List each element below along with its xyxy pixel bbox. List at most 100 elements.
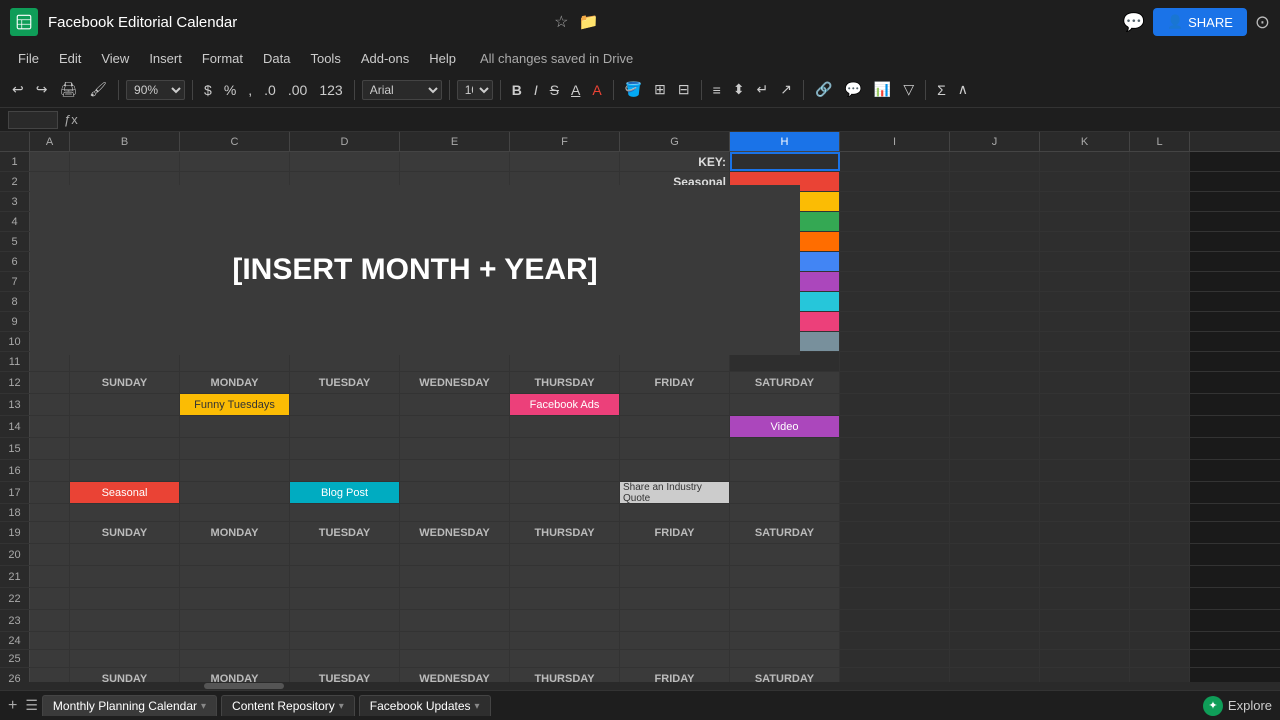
cell-b20[interactable]: [70, 544, 180, 565]
cell-l14[interactable]: [1130, 416, 1190, 437]
cell-k11[interactable]: [1040, 352, 1130, 371]
cell-j18[interactable]: [950, 504, 1040, 521]
cell-c22[interactable]: [180, 588, 290, 609]
cell-l2[interactable]: [1130, 172, 1190, 191]
cell-l20[interactable]: [1130, 544, 1190, 565]
cell-k14[interactable]: [1040, 416, 1130, 437]
cell-d21[interactable]: [290, 566, 400, 587]
cell-a23[interactable]: [30, 610, 70, 631]
cell-i15[interactable]: [840, 438, 950, 459]
col-header-l[interactable]: L: [1130, 132, 1190, 151]
cell-j2[interactable]: [950, 172, 1040, 191]
cell-f22[interactable]: [510, 588, 620, 609]
account-icon[interactable]: ⊙: [1255, 12, 1270, 33]
cell-k16[interactable]: [1040, 460, 1130, 481]
cell-i18[interactable]: [840, 504, 950, 521]
cell-g19[interactable]: FRIDAY: [620, 522, 730, 543]
cell-e24[interactable]: [400, 632, 510, 649]
cell-f25[interactable]: [510, 650, 620, 667]
cell-g15[interactable]: [620, 438, 730, 459]
cell-f15[interactable]: [510, 438, 620, 459]
cell-h19[interactable]: SATURDAY: [730, 522, 840, 543]
col-header-a[interactable]: A: [30, 132, 70, 151]
cell-d20[interactable]: [290, 544, 400, 565]
cell-g22[interactable]: [620, 588, 730, 609]
cell-a20[interactable]: [30, 544, 70, 565]
event-video-1[interactable]: Video: [730, 416, 840, 437]
cell-i11[interactable]: [840, 352, 950, 371]
font-select[interactable]: ArialTimes New Roman: [362, 80, 442, 100]
col-header-f[interactable]: F: [510, 132, 620, 151]
print-button[interactable]: 🖨: [55, 79, 81, 100]
cell-g20[interactable]: [620, 544, 730, 565]
cell-c19[interactable]: MONDAY: [180, 522, 290, 543]
cell-i10[interactable]: [840, 332, 950, 351]
valign-button[interactable]: ⬍: [729, 79, 749, 100]
cell-e12[interactable]: WEDNESDAY: [400, 372, 510, 393]
cell-h22[interactable]: [730, 588, 840, 609]
cell-k13[interactable]: [1040, 394, 1130, 415]
cell-b1[interactable]: [70, 152, 180, 171]
cell-e14[interactable]: [400, 416, 510, 437]
cell-d12[interactable]: TUESDAY: [290, 372, 400, 393]
cell-k12[interactable]: [1040, 372, 1130, 393]
cell-i13[interactable]: [840, 394, 950, 415]
cell-k21[interactable]: [1040, 566, 1130, 587]
cell-f21[interactable]: [510, 566, 620, 587]
cell-j23[interactable]: [950, 610, 1040, 631]
rotate-button[interactable]: ↗: [776, 79, 796, 100]
cell-e18[interactable]: [400, 504, 510, 521]
cell-a18[interactable]: [30, 504, 70, 521]
cell-b19[interactable]: SUNDAY: [70, 522, 180, 543]
cell-j6[interactable]: [950, 252, 1040, 271]
cell-e22[interactable]: [400, 588, 510, 609]
col-header-d[interactable]: D: [290, 132, 400, 151]
sheet-tab-monthly[interactable]: Monthly Planning Calendar ▾: [42, 695, 217, 716]
cell-l17[interactable]: [1130, 482, 1190, 503]
cell-k7[interactable]: [1040, 272, 1130, 291]
cell-k19[interactable]: [1040, 522, 1130, 543]
cell-j24[interactable]: [950, 632, 1040, 649]
cell-k18[interactable]: [1040, 504, 1130, 521]
cell-c1[interactable]: [180, 152, 290, 171]
cell-a21[interactable]: [30, 566, 70, 587]
cell-e17[interactable]: [400, 482, 510, 503]
cell-h15[interactable]: [730, 438, 840, 459]
cell-h13[interactable]: [730, 394, 840, 415]
cell-f1[interactable]: [510, 152, 620, 171]
menu-data[interactable]: Data: [255, 49, 298, 68]
cell-b24[interactable]: [70, 632, 180, 649]
cell-h23[interactable]: [730, 610, 840, 631]
cell-f23[interactable]: [510, 610, 620, 631]
functions-button[interactable]: Σ: [933, 80, 950, 100]
cell-c23[interactable]: [180, 610, 290, 631]
cell-d13[interactable]: [290, 394, 400, 415]
paint-format-button[interactable]: 🖌: [85, 79, 111, 100]
comment-button[interactable]: 💬: [840, 79, 865, 100]
menu-file[interactable]: File: [10, 49, 47, 68]
currency-button[interactable]: $: [200, 80, 216, 100]
cell-f16[interactable]: [510, 460, 620, 481]
cell-i8[interactable]: [840, 292, 950, 311]
cell-e25[interactable]: [400, 650, 510, 667]
cell-j9[interactable]: [950, 312, 1040, 331]
scroll-thumb[interactable]: [204, 683, 284, 689]
cell-i16[interactable]: [840, 460, 950, 481]
cell-c14[interactable]: [180, 416, 290, 437]
cell-c20[interactable]: [180, 544, 290, 565]
cell-e19[interactable]: WEDNESDAY: [400, 522, 510, 543]
cell-c21[interactable]: [180, 566, 290, 587]
add-sheet-button[interactable]: +: [8, 697, 17, 715]
undo-button[interactable]: ↩: [8, 79, 28, 100]
cell-l6[interactable]: [1130, 252, 1190, 271]
cell-f17[interactable]: [510, 482, 620, 503]
cell-c25[interactable]: [180, 650, 290, 667]
cell-b12[interactable]: SUNDAY: [70, 372, 180, 393]
cell-j7[interactable]: [950, 272, 1040, 291]
col-header-e[interactable]: E: [400, 132, 510, 151]
cell-i12[interactable]: [840, 372, 950, 393]
cell-i6[interactable]: [840, 252, 950, 271]
cell-k25[interactable]: [1040, 650, 1130, 667]
cell-c17[interactable]: [180, 482, 290, 503]
menu-tools[interactable]: Tools: [302, 49, 348, 68]
